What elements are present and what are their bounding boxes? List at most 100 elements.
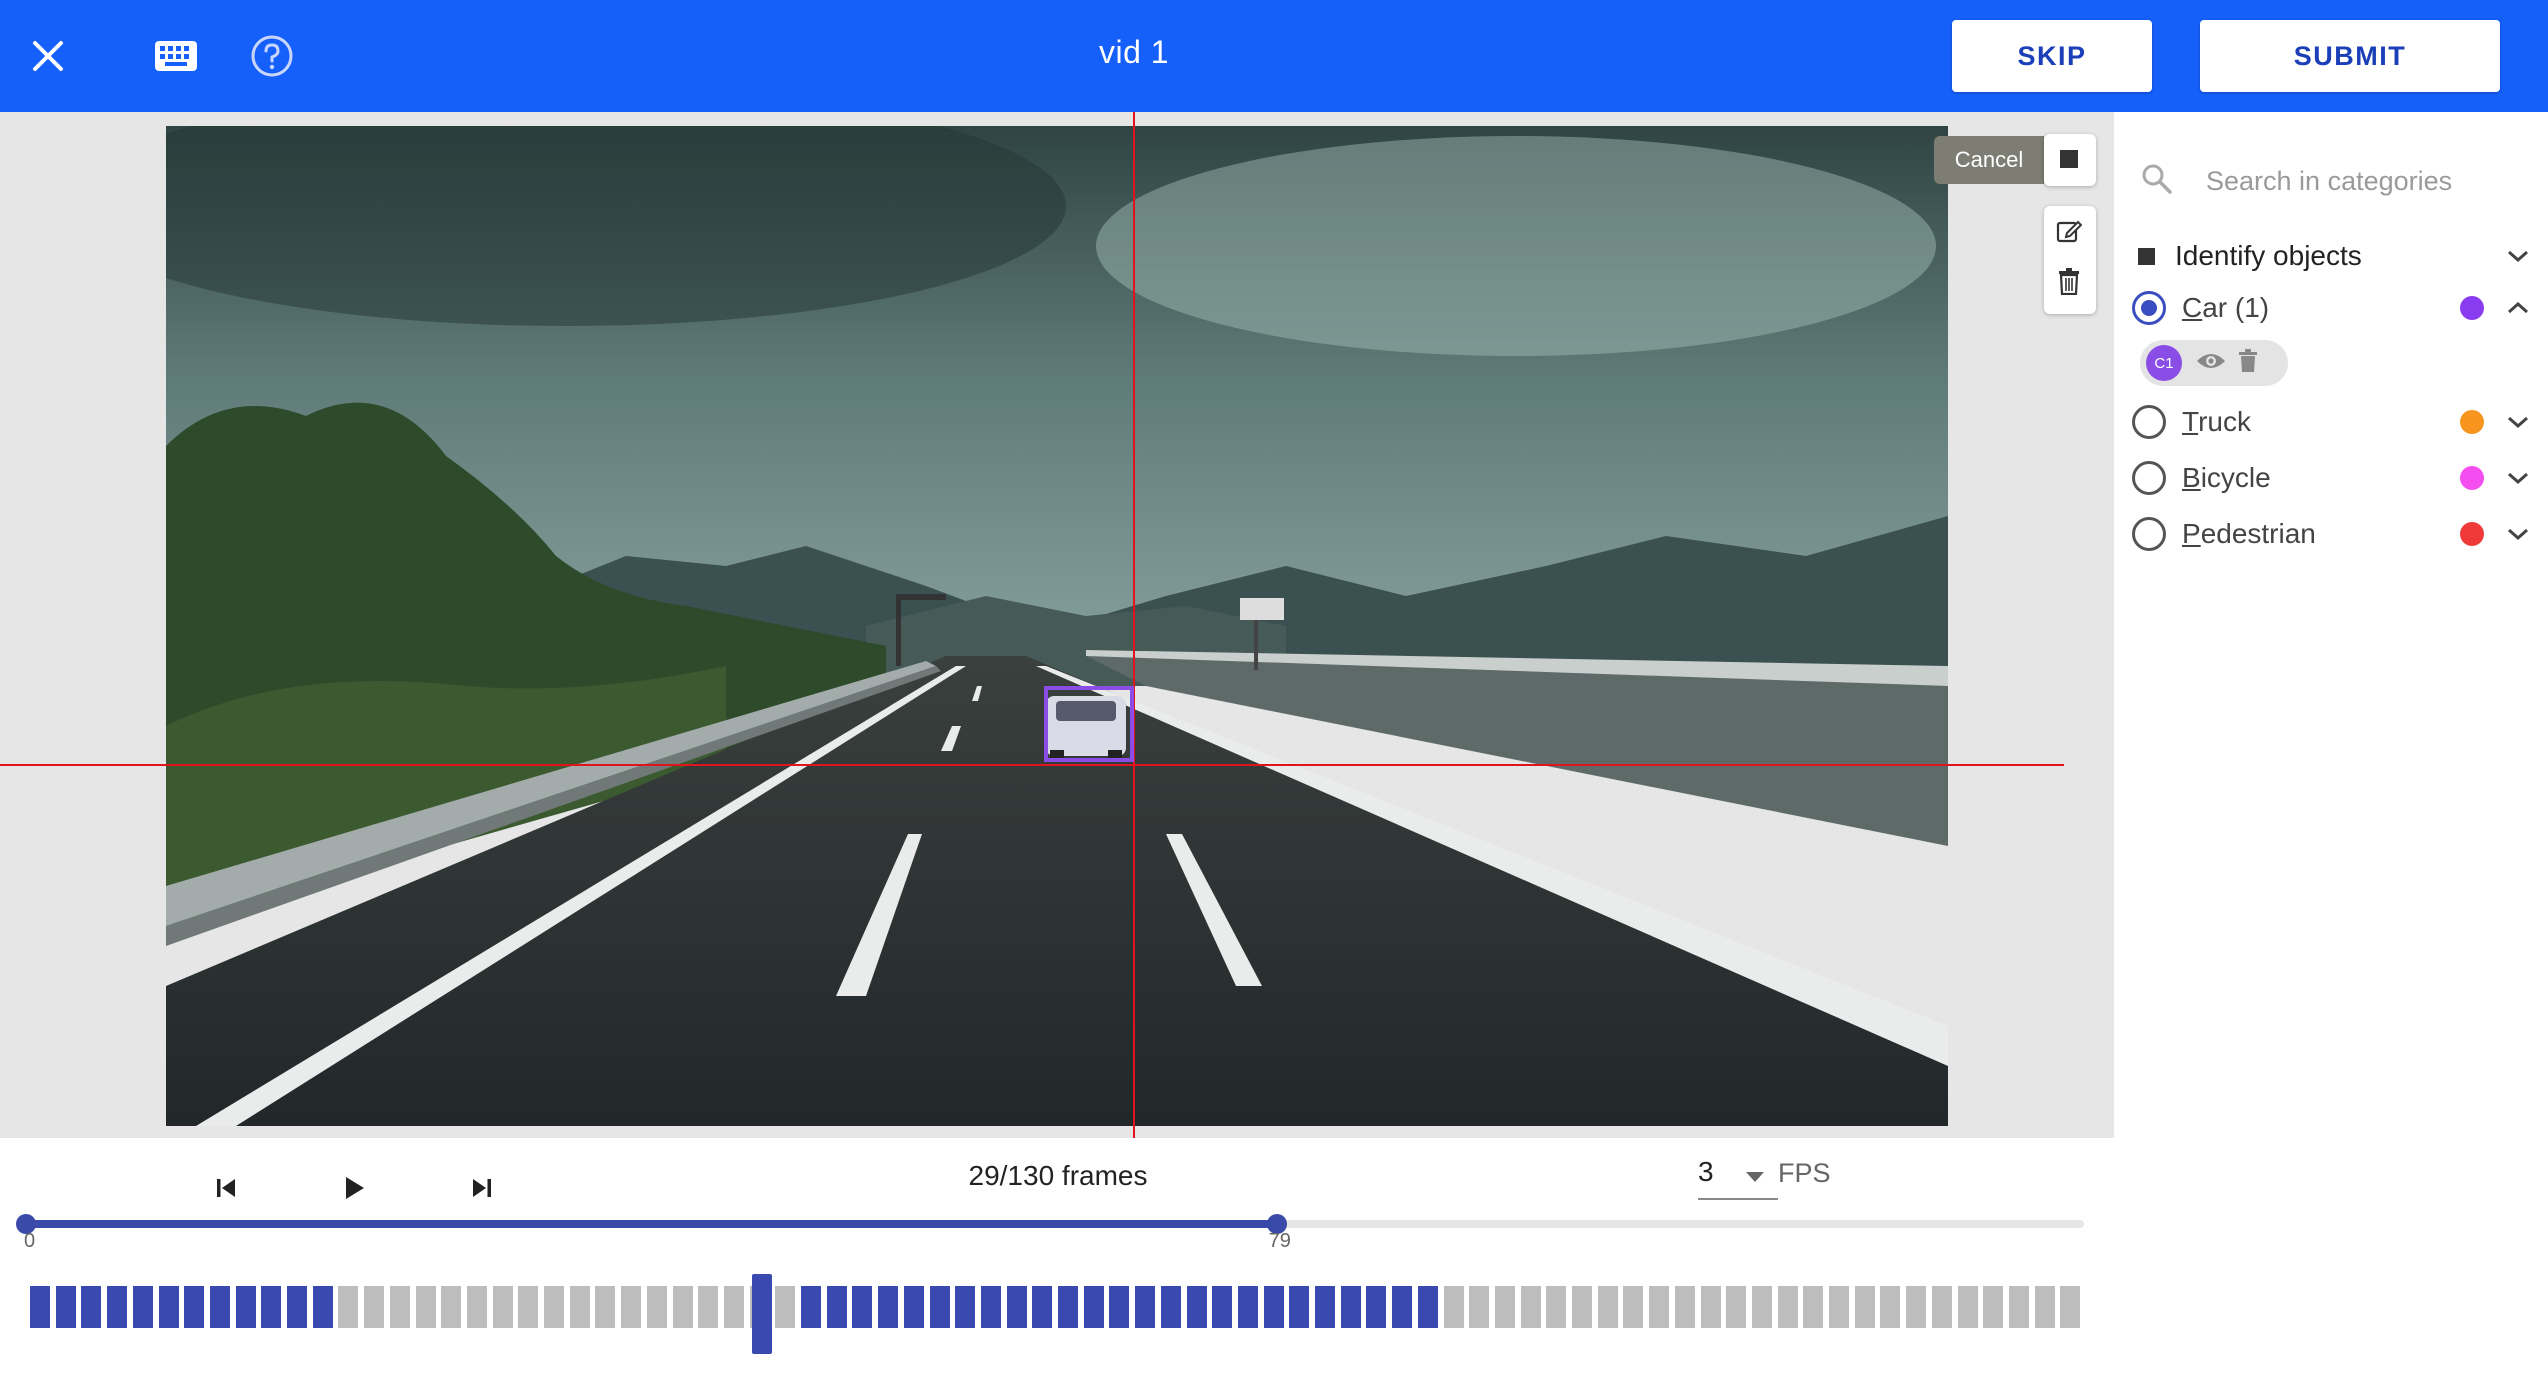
instance-trash-icon[interactable] (2238, 348, 2258, 378)
frame-cell[interactable] (1160, 1286, 1181, 1328)
frame-cell[interactable] (1263, 1286, 1284, 1328)
frame-cell[interactable] (1058, 1286, 1078, 1328)
category-car[interactable]: Car (1) (2132, 286, 2532, 330)
frame-cell[interactable] (646, 1286, 667, 1328)
trash-icon[interactable] (2044, 256, 2094, 306)
frame-cell[interactable] (955, 1286, 976, 1328)
radio-car[interactable] (2132, 291, 2166, 325)
frame-cell[interactable] (980, 1286, 1001, 1328)
cancel-button[interactable]: Cancel (1934, 136, 2044, 184)
frame-cell[interactable] (1572, 1286, 1592, 1328)
frame-cell[interactable] (235, 1286, 256, 1328)
category-bicycle[interactable]: Bicycle (2132, 456, 2532, 500)
frame-cell[interactable] (1520, 1286, 1541, 1328)
frame-cell[interactable] (1803, 1286, 1824, 1328)
frame-cell[interactable] (389, 1286, 410, 1328)
frame-cell[interactable] (1417, 1286, 1438, 1328)
frame-cell[interactable] (1469, 1286, 1490, 1328)
frame-cell[interactable] (1649, 1286, 1670, 1328)
frame-cell[interactable] (441, 1286, 462, 1328)
chevron-down-icon[interactable] (2504, 408, 2532, 436)
frame-cell[interactable] (261, 1286, 282, 1328)
frame-cell[interactable] (364, 1286, 385, 1328)
category-truck[interactable]: Truck (2132, 400, 2532, 444)
instance-c1[interactable]: C1 (2140, 340, 2288, 386)
eye-icon[interactable] (2196, 351, 2226, 376)
frame-cell[interactable] (1289, 1286, 1310, 1328)
frame-cell[interactable] (1597, 1286, 1618, 1328)
frame-timeline[interactable] (30, 1274, 2086, 1354)
frame-cell[interactable] (1237, 1286, 1258, 1328)
frame-cell[interactable] (184, 1286, 205, 1328)
skip-to-end-icon[interactable] (460, 1166, 504, 1210)
skip-button[interactable]: SKIP (1952, 20, 2152, 92)
play-icon[interactable] (332, 1166, 376, 1210)
frame-cell[interactable] (1083, 1286, 1104, 1328)
frame-cell[interactable] (1443, 1286, 1464, 1328)
bounding-box-c1[interactable] (1044, 686, 1134, 762)
annotation-canvas[interactable] (0, 112, 2114, 1138)
frame-cell[interactable] (158, 1286, 179, 1328)
category-pedestrian[interactable]: Pedestrian (2132, 512, 2532, 556)
fps-select[interactable]: 3 (1698, 1156, 1778, 1200)
category-search[interactable] (2140, 158, 2530, 204)
frame-cell[interactable] (595, 1286, 616, 1328)
frame-cell[interactable] (801, 1286, 821, 1328)
frame-cell[interactable] (1006, 1286, 1027, 1328)
frame-cell[interactable] (1931, 1286, 1952, 1328)
frame-cell[interactable] (209, 1286, 230, 1328)
frame-cell[interactable] (698, 1286, 719, 1328)
frame-cell[interactable] (1340, 1286, 1361, 1328)
frame-cell[interactable] (1212, 1286, 1233, 1328)
frame-cell[interactable] (132, 1286, 153, 1328)
frame-cell[interactable] (1135, 1286, 1156, 1328)
frame-cell[interactable] (544, 1286, 564, 1328)
frame-cell[interactable] (672, 1286, 693, 1328)
frame-cell[interactable] (2034, 1286, 2055, 1328)
current-frame-marker[interactable] (751, 1274, 772, 1354)
frame-cell[interactable] (466, 1286, 487, 1328)
frame-cell[interactable] (1494, 1286, 1515, 1328)
video-frame[interactable] (166, 126, 1948, 1126)
frame-cell[interactable] (1623, 1286, 1644, 1328)
frame-cell[interactable] (1777, 1286, 1798, 1328)
frame-cell[interactable] (1032, 1286, 1053, 1328)
frame-cell[interactable] (1880, 1286, 1901, 1328)
frame-cell[interactable] (81, 1286, 102, 1328)
frame-cell[interactable] (1906, 1286, 1927, 1328)
frame-cell[interactable] (878, 1286, 899, 1328)
frame-cell[interactable] (338, 1286, 359, 1328)
frame-cell[interactable] (569, 1286, 590, 1328)
frame-cell[interactable] (1109, 1286, 1130, 1328)
frame-cell[interactable] (1315, 1286, 1335, 1328)
frame-cell[interactable] (903, 1286, 924, 1328)
frame-cell[interactable] (1751, 1286, 1772, 1328)
frame-cell[interactable] (723, 1286, 744, 1328)
frame-cell[interactable] (621, 1286, 642, 1328)
frame-cell[interactable] (2008, 1286, 2029, 1328)
skip-to-start-icon[interactable] (204, 1166, 248, 1210)
frame-cell[interactable] (30, 1286, 50, 1328)
chevron-down-icon[interactable] (2504, 242, 2532, 270)
chevron-down-icon[interactable] (2504, 464, 2532, 492)
frame-cell[interactable] (1957, 1286, 1978, 1328)
radio-pedestrian[interactable] (2132, 517, 2166, 551)
frame-cell[interactable] (107, 1286, 128, 1328)
submit-button[interactable]: SUBMIT (2200, 20, 2500, 92)
frame-cell[interactable] (518, 1286, 539, 1328)
frame-cell[interactable] (55, 1286, 76, 1328)
frame-cell[interactable] (2060, 1286, 2081, 1328)
frame-cell[interactable] (852, 1286, 873, 1328)
frame-cell[interactable] (775, 1286, 796, 1328)
frame-cell[interactable] (1546, 1286, 1567, 1328)
frame-cell[interactable] (1829, 1286, 1849, 1328)
frame-cell[interactable] (1366, 1286, 1387, 1328)
frame-cell[interactable] (415, 1286, 436, 1328)
frame-cell[interactable] (1726, 1286, 1747, 1328)
search-input[interactable] (2206, 165, 2506, 197)
frame-cell[interactable] (1700, 1286, 1721, 1328)
frame-cell[interactable] (929, 1286, 950, 1328)
frame-cell[interactable] (826, 1286, 847, 1328)
group-identify-objects[interactable]: Identify objects (2138, 236, 2532, 276)
frame-cell[interactable] (1186, 1286, 1207, 1328)
